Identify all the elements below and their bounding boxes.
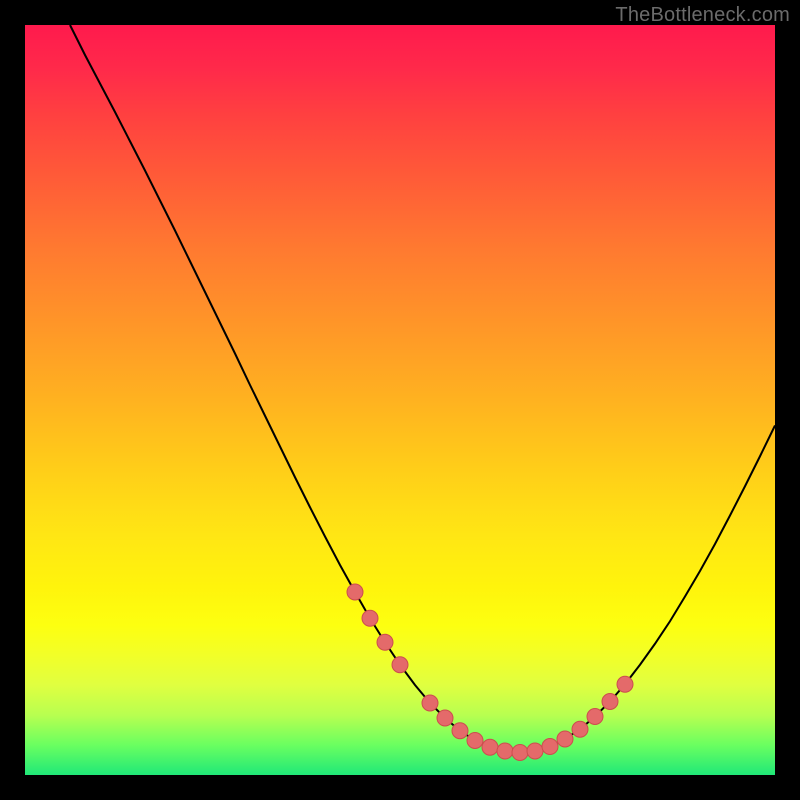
curve-marker <box>347 584 363 600</box>
curve-marker <box>392 657 408 673</box>
curve-marker <box>437 710 453 726</box>
curve-marker <box>452 723 468 739</box>
curve-marker <box>527 743 543 759</box>
curve-marker <box>572 721 588 737</box>
plot-area <box>25 25 775 775</box>
curve-marker <box>422 695 438 711</box>
curve-marker <box>587 709 603 725</box>
curve-marker <box>617 676 633 692</box>
curve-marker <box>482 739 498 755</box>
curve-marker <box>497 743 513 759</box>
curve-marker <box>602 694 618 710</box>
curve-markers <box>347 584 633 761</box>
curve-marker <box>362 610 378 626</box>
bottleneck-curve <box>70 25 775 753</box>
curve-marker <box>467 733 483 749</box>
curve-marker <box>512 745 528 761</box>
curve-layer <box>25 25 775 775</box>
curve-marker <box>377 634 393 650</box>
curve-marker <box>557 731 573 747</box>
watermark-text: TheBottleneck.com <box>615 4 790 27</box>
curve-marker <box>542 739 558 755</box>
chart-frame: TheBottleneck.com <box>0 0 800 800</box>
